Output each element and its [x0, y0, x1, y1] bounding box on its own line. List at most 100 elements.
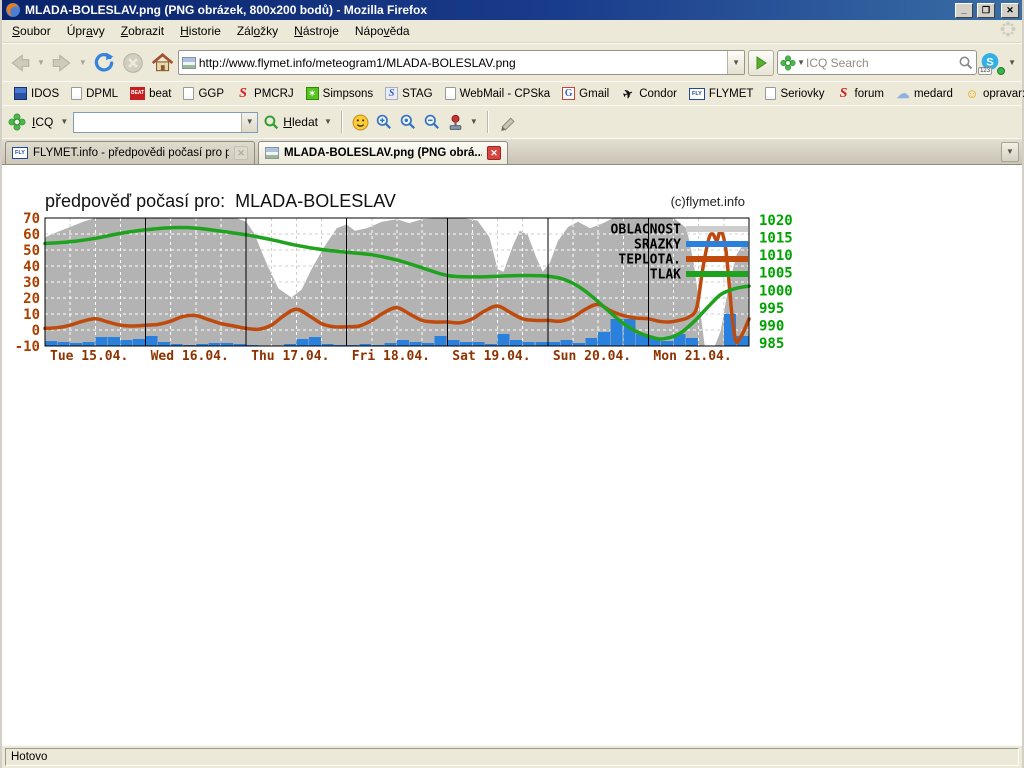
- bookmark-dpml[interactable]: DPML: [65, 85, 124, 102]
- skype-button[interactable]: S 123: [980, 52, 1004, 74]
- eraser-pencil-icon: [498, 114, 517, 131]
- tab-mlada-boleslav-png[interactable]: MLADA-BOLESLAV.png (PNG obrá...✕: [258, 141, 508, 164]
- bookmark-label: Condor: [639, 88, 677, 100]
- tab-close-button[interactable]: ✕: [487, 146, 501, 160]
- bookmark-flymet[interactable]: FLYFLYMET: [683, 86, 760, 102]
- go-button[interactable]: [748, 50, 774, 76]
- bookmark-simpsons[interactable]: ✶Simpsons: [300, 85, 380, 102]
- forward-button[interactable]: [49, 50, 75, 76]
- svg-text:Thu 17.04.: Thu 17.04.: [251, 349, 329, 364]
- icq-search-history-dropdown[interactable]: ▼: [241, 113, 257, 132]
- menu-zobrazit[interactable]: Zobrazit: [113, 21, 172, 41]
- back-dropdown[interactable]: ▼: [36, 59, 46, 67]
- bookmark-items: IDOSDPMLBEATbeatGGPSPMCRJ✶SimpsonsSSTAGW…: [8, 85, 1024, 103]
- simpsons-icon: ✶: [306, 87, 319, 100]
- status-panel: Hotovo: [5, 748, 1019, 766]
- fly-icon: FLY: [12, 147, 28, 159]
- icq-status-button[interactable]: [351, 113, 370, 132]
- bookmark-label: medard: [914, 88, 953, 100]
- tab-label: FLYMET.info - předpovědi počasí pro p...: [33, 147, 229, 159]
- smiley-icon: ☺: [965, 87, 979, 101]
- menu-historie[interactable]: Historie: [172, 21, 229, 41]
- svg-text:1015: 1015: [759, 231, 793, 247]
- zoom-in-button[interactable]: [374, 112, 394, 132]
- bookmark-gmail[interactable]: GGmail: [556, 85, 615, 102]
- svg-text:TLAK: TLAK: [650, 268, 681, 283]
- bookmark-webmail-cpska[interactable]: WebMail - CPSka: [439, 85, 557, 102]
- svg-text:Sun 20.04.: Sun 20.04.: [553, 349, 631, 364]
- cloud-icon: ☁: [896, 87, 910, 101]
- firefox-window: MLADA-BOLESLAV.png (PNG obrázek, 800x200…: [0, 0, 1024, 768]
- restore-button[interactable]: ❐: [977, 3, 995, 18]
- joystick-icon: [447, 114, 464, 131]
- bookmark-opravar[interactable]: ☺opravar:-): [959, 85, 1024, 103]
- reload-button[interactable]: [91, 50, 117, 76]
- firefox-logo-icon: [5, 2, 21, 18]
- svg-text:985: 985: [759, 336, 784, 352]
- search-magnifier-icon[interactable]: [958, 55, 974, 71]
- zoom-out-button[interactable]: [422, 112, 442, 132]
- svg-text:0: 0: [32, 323, 40, 339]
- go-icon: [753, 55, 769, 71]
- tab-list-dropdown[interactable]: ▼: [1001, 142, 1019, 162]
- address-bar: ▼: [178, 50, 745, 75]
- home-icon: [150, 51, 174, 75]
- navigation-toolbar: ▼ ▼ ▼: [2, 43, 1022, 81]
- clear-button[interactable]: [497, 113, 518, 132]
- tab-close-button[interactable]: ✕: [234, 146, 248, 160]
- bookmark-label: PMCRJ: [254, 88, 294, 100]
- icq-menu-button[interactable]: ICQ: [30, 115, 55, 129]
- icq-search-input[interactable]: [74, 115, 241, 129]
- svg-text:990: 990: [759, 318, 784, 334]
- skype-dropdown[interactable]: ▼: [1007, 59, 1017, 67]
- search-engine-dropdown[interactable]: ▼: [796, 59, 806, 67]
- bookmark-stag[interactable]: SSTAG: [379, 85, 438, 102]
- bookmark-pmcrj[interactable]: SPMCRJ: [230, 85, 300, 103]
- back-icon: [8, 51, 32, 75]
- url-input[interactable]: [196, 56, 727, 70]
- svg-text:Fri 18.04.: Fri 18.04.: [352, 349, 430, 364]
- menu-u-pravy[interactable]: Úpravy: [59, 21, 113, 41]
- icq-search-button[interactable]: Hledat: [262, 113, 319, 132]
- games-dropdown[interactable]: ▼: [469, 118, 479, 126]
- menu-za-loz-ky[interactable]: Záložky: [229, 21, 286, 41]
- bookmark-label: Seriovky: [780, 88, 824, 100]
- hledat-magnifier-icon: [263, 114, 280, 131]
- reload-icon: [92, 51, 116, 75]
- menu-na-pove-da[interactable]: Nápověda: [347, 21, 418, 41]
- tabs: FLY FLYMET.info - předpovědi počasí pro p…: [5, 141, 508, 164]
- minimize-button[interactable]: _: [955, 3, 973, 18]
- bookmark-idos[interactable]: IDOS: [8, 85, 65, 102]
- home-button[interactable]: [149, 50, 175, 76]
- bookmark-forum[interactable]: Sforum: [831, 85, 890, 103]
- icq-search-field: ▼: [73, 112, 258, 133]
- svg-text:Sat 19.04.: Sat 19.04.: [452, 349, 530, 364]
- bookmark-beat[interactable]: BEATbeat: [124, 85, 177, 102]
- svg-text:OBLACNOST: OBLACNOST: [611, 223, 682, 238]
- s-red-icon: S: [837, 87, 851, 101]
- smiley-face-icon: [352, 114, 369, 131]
- search-input[interactable]: [806, 56, 958, 70]
- tab-flymet-info-pr-ed[interactable]: FLY FLYMET.info - předpovědi počasí pro p…: [5, 141, 255, 164]
- icq-menu-dropdown[interactable]: ▼: [59, 118, 69, 126]
- svg-text:50: 50: [23, 243, 40, 259]
- bookmark-condor[interactable]: ✈Condor: [615, 85, 683, 103]
- bookmarks-toolbar: IDOSDPMLBEATbeatGGPSPMCRJ✶SimpsonsSSTAGW…: [2, 81, 1022, 105]
- page-icon: [183, 87, 194, 100]
- bookmark-label: STAG: [402, 88, 432, 100]
- games-button[interactable]: [446, 113, 465, 132]
- bookmark-seriovky[interactable]: Seriovky: [759, 85, 830, 102]
- zoom-reset-button[interactable]: [398, 112, 418, 132]
- menu-na-stroje[interactable]: Nástroje: [286, 21, 347, 41]
- bookmark-label: WebMail - CPSka: [460, 88, 551, 100]
- menu-soubor[interactable]: Soubor: [4, 21, 59, 41]
- forward-dropdown[interactable]: ▼: [78, 59, 88, 67]
- bookmark-medard[interactable]: ☁ medard: [890, 85, 959, 103]
- bookmark-ggp[interactable]: GGP: [177, 85, 230, 102]
- stop-button[interactable]: [120, 50, 146, 76]
- svg-text:70: 70: [23, 211, 40, 227]
- back-button[interactable]: [7, 50, 33, 76]
- url-history-dropdown[interactable]: ▼: [727, 51, 744, 74]
- close-button[interactable]: ✕: [1001, 3, 1019, 18]
- hledat-dropdown[interactable]: ▼: [323, 118, 333, 126]
